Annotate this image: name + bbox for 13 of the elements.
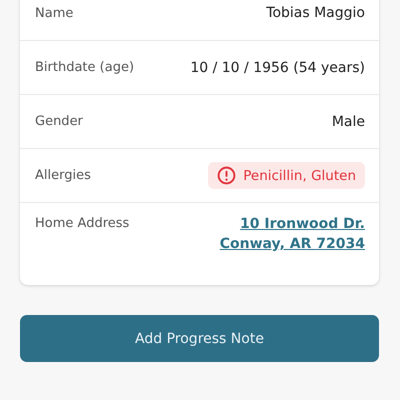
address-link[interactable]: 10 Ironwood Dr. bbox=[240, 216, 365, 232]
field-value: Tobias Maggio bbox=[266, 5, 365, 21]
alert-icon bbox=[217, 166, 236, 185]
add-progress-note-button[interactable]: Add Progress Note bbox=[20, 315, 379, 362]
field-value: Male bbox=[332, 114, 365, 130]
field-label: Allergies bbox=[35, 168, 91, 183]
field-label: Name bbox=[35, 6, 74, 20]
field-label: Birthdate (age) bbox=[35, 60, 134, 75]
field-label: Home Address bbox=[35, 216, 130, 231]
field-label: Gender bbox=[35, 114, 83, 129]
allergy-badge: Penicillin, Gluten bbox=[208, 162, 365, 189]
field-value: 10 / 10 / 1956 (54 years) bbox=[190, 60, 365, 76]
address-link[interactable]: Conway, AR 72034 bbox=[220, 236, 365, 252]
